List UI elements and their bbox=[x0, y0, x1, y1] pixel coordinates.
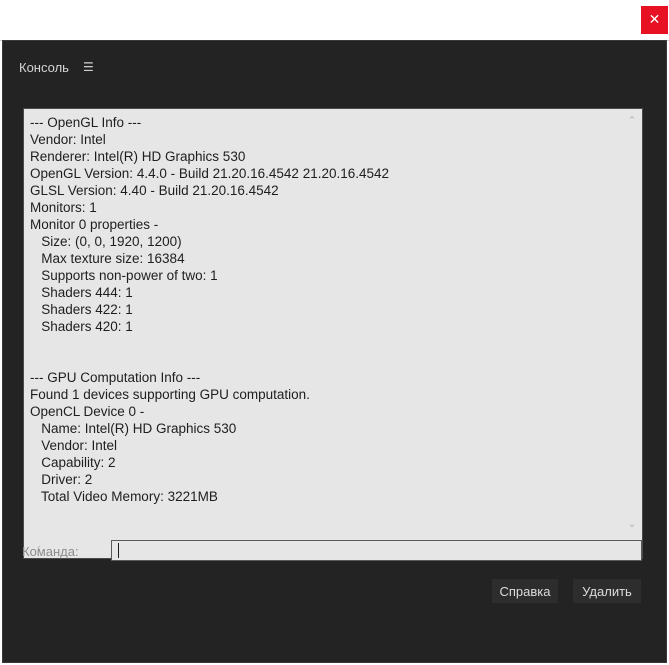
console-output[interactable]: --- OpenGL Info --- Vendor: Intel Render… bbox=[23, 108, 643, 559]
scroll-down-icon[interactable]: ⌄ bbox=[625, 518, 639, 530]
panel-header: Консоль ☰ bbox=[19, 58, 94, 76]
delete-button[interactable]: Удалить bbox=[573, 579, 641, 603]
menu-icon[interactable]: ☰ bbox=[83, 60, 94, 74]
command-label: Команда: bbox=[22, 544, 79, 559]
close-button[interactable]: ✕ bbox=[641, 6, 668, 34]
title-bar: ✕ bbox=[0, 0, 669, 41]
close-icon: ✕ bbox=[648, 12, 661, 28]
console-text: --- OpenGL Info --- Vendor: Intel Render… bbox=[30, 115, 390, 504]
command-input[interactable] bbox=[111, 540, 642, 561]
help-button[interactable]: Справка bbox=[492, 579, 558, 603]
text-caret bbox=[118, 543, 119, 558]
scroll-up-icon[interactable]: ⌃ bbox=[625, 115, 639, 127]
vertical-scrollbar[interactable]: ⌃ ⌄ bbox=[622, 109, 642, 538]
panel-title: Консоль bbox=[19, 59, 69, 75]
